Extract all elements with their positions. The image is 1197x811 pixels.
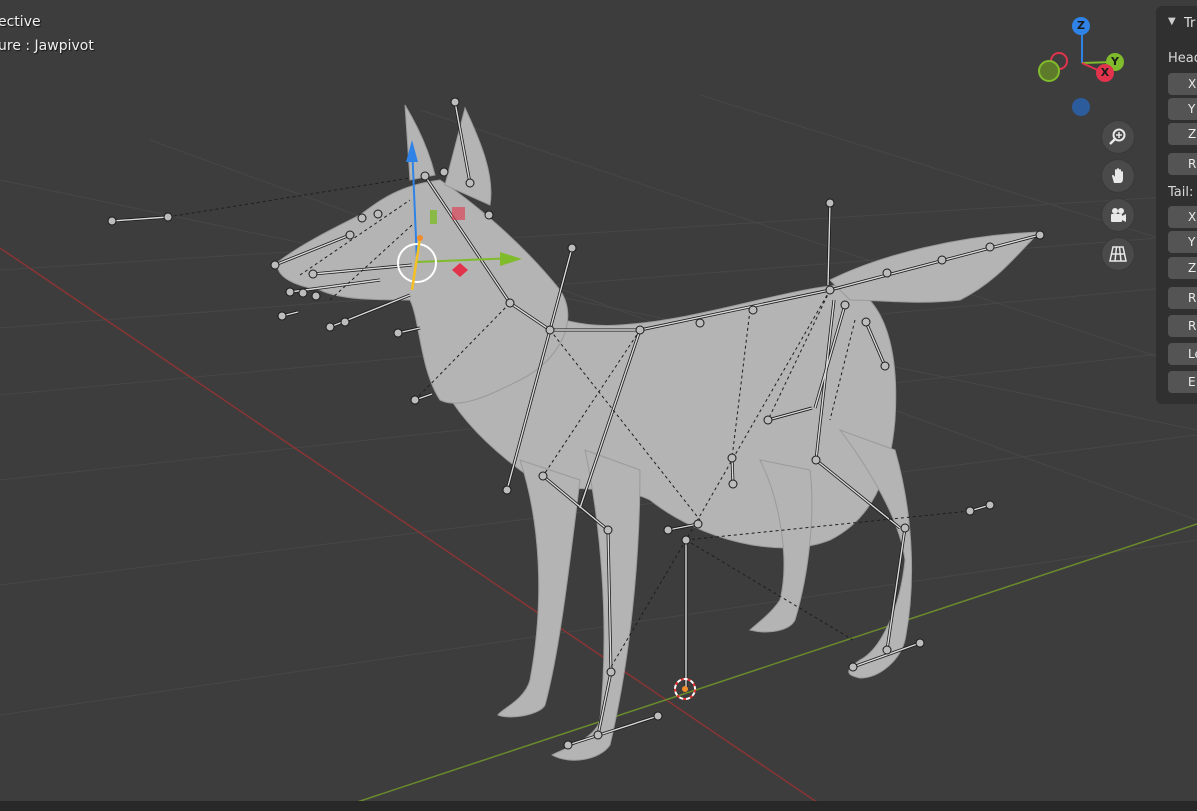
head-x-field[interactable]: X (1168, 73, 1197, 95)
hand-pan-icon (1112, 168, 1123, 183)
status-bar (0, 801, 1197, 811)
tail-x-field[interactable]: X (1168, 206, 1197, 228)
gizmo-x-axis[interactable]: X (1096, 64, 1114, 82)
transform-panel-header[interactable]: ▼ Tr (1156, 14, 1197, 36)
tail-y-field[interactable]: Y (1168, 231, 1197, 253)
active-object-label: ure : Jawpivot (0, 38, 94, 54)
perspective-toggle-button[interactable] (1102, 238, 1134, 270)
camera-view-button[interactable] (1102, 199, 1134, 231)
roll-field[interactable]: R (1168, 315, 1197, 337)
navigation-gizmo[interactable]: Z Y X (1030, 10, 1130, 120)
tail-z-field[interactable]: Z (1168, 257, 1197, 279)
tail-radius-field[interactable]: R (1168, 287, 1197, 309)
3d-viewport[interactable]: ective ure : Jawpivot (0, 0, 1197, 811)
gizmo-neg-z-axis[interactable] (1072, 98, 1090, 116)
head-radius-field[interactable]: R (1168, 153, 1197, 175)
camera-icon (1111, 208, 1126, 222)
dog-mesh (277, 104, 1042, 761)
head-z-field[interactable]: Z (1168, 123, 1197, 145)
grid-view-icon (1109, 246, 1127, 262)
viewport-canvas[interactable] (0, 0, 1197, 811)
zoom-button[interactable] (1102, 121, 1134, 153)
head-label: Head (1168, 51, 1197, 66)
gizmo-z-axis[interactable]: Z (1072, 17, 1090, 35)
sidebar-transform-panel[interactable]: ▼ Tr Head X Y Z R Tail: X Y Z R R Le E (1156, 6, 1197, 404)
head-y-field[interactable]: Y (1168, 98, 1197, 120)
envelope-field[interactable]: E (1168, 371, 1197, 393)
view-mode-label: ective (0, 14, 41, 30)
panel-title: Tr (1184, 16, 1196, 31)
tail-label: Tail: (1168, 185, 1194, 200)
chevron-down-icon: ▼ (1168, 16, 1176, 27)
zoom-icon (1109, 128, 1126, 145)
length-field[interactable]: Le (1168, 343, 1197, 365)
pan-button[interactable] (1102, 160, 1134, 192)
y-axis-line (329, 523, 1197, 811)
gizmo-neg-y-axis[interactable] (1038, 60, 1060, 82)
